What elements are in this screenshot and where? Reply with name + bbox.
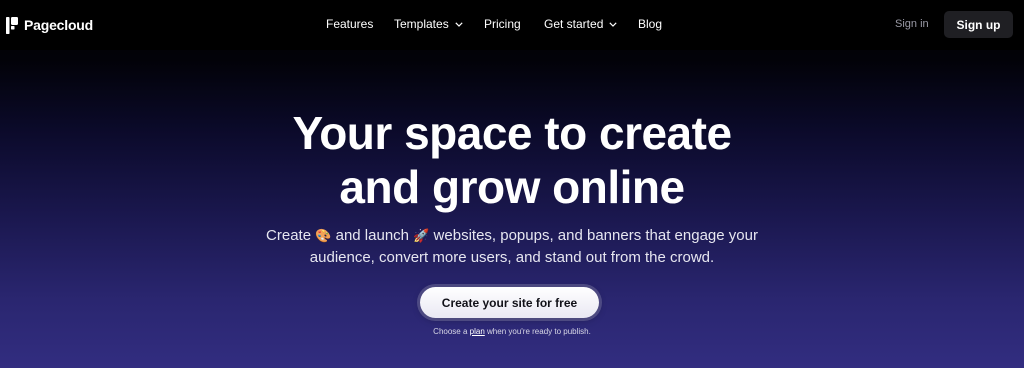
nav-item-label: Features (326, 17, 374, 31)
hero-title: Your space to create and grow online (0, 106, 1024, 214)
nav-item-get-started[interactable]: Get started (544, 17, 617, 31)
hero-title-line-1: Your space to create (292, 107, 732, 159)
nav-item-label: Blog (638, 17, 663, 31)
nav-item-blog[interactable]: Blog (638, 17, 662, 31)
chevron-down-icon (609, 21, 617, 27)
hero-subtitle: Create 🎨 and launch 🚀 websites, popups, … (0, 225, 1024, 268)
nav-item-label: Templates (394, 17, 449, 31)
hero-title-line-2: and grow online (339, 161, 685, 213)
nav-item-label: Get started (544, 17, 604, 31)
brand-logo[interactable]: Pagecloud (6, 16, 93, 34)
subtitle-text-rest: websites, popups, and banners that engag… (433, 227, 758, 244)
sign-up-button[interactable]: Sign up (944, 11, 1013, 38)
subtitle-text-launch: and launch (335, 227, 410, 244)
sign-in-link[interactable]: Sign in (895, 18, 929, 30)
rocket-icon: 🚀 (413, 229, 430, 244)
chevron-down-icon (455, 21, 463, 27)
brand-name: Pagecloud (24, 17, 93, 33)
plan-link[interactable]: plan (470, 327, 485, 336)
create-site-button[interactable]: Create your site for free (420, 287, 599, 318)
top-navigation-bar: Pagecloud Features Templates Pricing Get… (0, 0, 1024, 50)
nav-item-pricing[interactable]: Pricing (484, 17, 521, 31)
palette-icon: 🎨 (315, 229, 332, 244)
nav-item-templates[interactable]: Templates (394, 17, 463, 31)
plan-note: Choose a plan when you're ready to publi… (0, 327, 1024, 336)
hero-subtitle-line-2: audience, convert more users, and stand … (309, 249, 715, 266)
pagecloud-logo-icon (6, 16, 18, 34)
plan-note-before: Choose a (433, 327, 468, 336)
nav-item-label: Pricing (484, 17, 521, 31)
hero-subtitle-line-1: Create 🎨 and launch 🚀 websites, popups, … (0, 225, 1024, 247)
subtitle-text-create: Create (266, 227, 312, 244)
nav-item-features[interactable]: Features (326, 17, 373, 31)
plan-note-after: when you're ready to publish. (487, 327, 591, 336)
